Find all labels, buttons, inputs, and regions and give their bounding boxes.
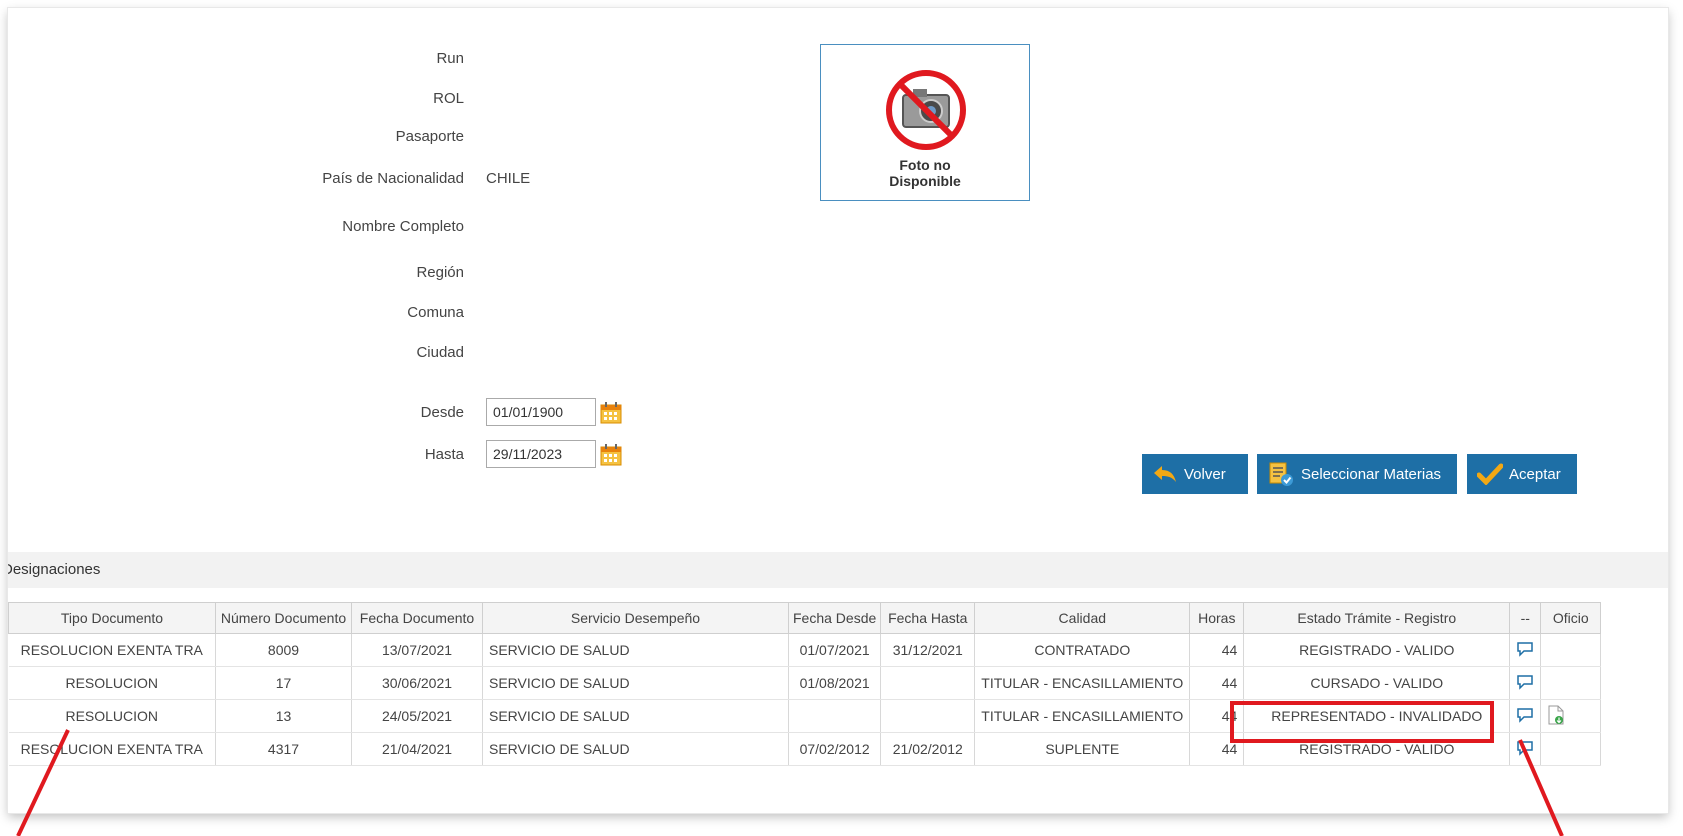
section-title: Designaciones	[8, 561, 101, 578]
col-header[interactable]: Número Documento	[215, 602, 352, 634]
table-row[interactable]: RESOLUCION EXENTA TRA 8009 13/07/2021 SE…	[8, 633, 1602, 667]
cell-servicio: SERVICIO DE SALUD	[482, 732, 789, 766]
cell-desde: 07/02/2012	[788, 732, 882, 766]
cell-desde: 01/08/2021	[788, 666, 882, 700]
back-arrow-icon	[1154, 466, 1176, 482]
volver-label: Volver	[1184, 465, 1226, 483]
col-header[interactable]: Servicio Desempeño	[482, 602, 789, 634]
desde-date-input[interactable]	[486, 398, 596, 426]
value-pais: CHILE	[486, 170, 531, 187]
check-icon	[1477, 463, 1503, 485]
label-rol: ROL	[433, 90, 464, 107]
cell-fecha-doc: 21/04/2021	[351, 732, 483, 766]
cell-comment[interactable]	[1509, 633, 1542, 667]
designaciones-section-header: Designaciones	[8, 552, 1668, 588]
col-header[interactable]: Tipo Documento	[8, 602, 216, 634]
cell-hasta	[880, 699, 976, 733]
label-pais: País de Nacionalidad	[322, 170, 464, 187]
comment-icon[interactable]	[1516, 740, 1534, 756]
cell-tipo[interactable]: RESOLUCION	[8, 666, 216, 700]
label-pasaporte: Pasaporte	[395, 128, 464, 145]
document-download-icon[interactable]	[1547, 705, 1565, 725]
cell-horas: 44	[1189, 633, 1245, 667]
cell-fecha-doc: 30/06/2021	[351, 666, 483, 700]
col-header[interactable]: Fecha Desde	[787, 602, 882, 634]
cell-fecha-doc: 13/07/2021	[351, 633, 483, 667]
calendar-icon[interactable]	[600, 402, 622, 424]
photo-text-line2: Disponible	[889, 173, 961, 189]
table-header-row: Tipo Documento Número Documento Fecha Do…	[8, 602, 1602, 634]
cell-calidad: SUPLENTE	[974, 732, 1191, 766]
cell-estado: CURSADO - VALIDO	[1243, 666, 1511, 700]
cell-calidad: TITULAR - ENCASILLAMIENTO	[974, 699, 1191, 733]
label-region: Región	[416, 264, 464, 281]
col-header[interactable]: Estado Trámite - Registro	[1243, 602, 1511, 634]
aceptar-button[interactable]: Aceptar	[1467, 454, 1577, 494]
cell-oficio	[1540, 633, 1602, 667]
cell-comment[interactable]	[1509, 732, 1542, 766]
photo-placeholder: Foto no Disponible	[820, 44, 1030, 201]
cell-servicio: SERVICIO DE SALUD	[482, 633, 789, 667]
label-nombre: Nombre Completo	[342, 218, 464, 235]
table-row[interactable]: RESOLUCION 17 30/06/2021 SERVICIO DE SAL…	[8, 666, 1602, 700]
calendar-icon[interactable]	[600, 444, 622, 466]
seleccionar-materias-button[interactable]: Seleccionar Materias	[1257, 454, 1457, 494]
cell-servicio: SERVICIO DE SALUD	[482, 699, 789, 733]
cell-desde	[788, 699, 882, 733]
label-desde: Desde	[420, 404, 464, 421]
label-run: Run	[436, 50, 464, 67]
cell-servicio: SERVICIO DE SALUD	[482, 666, 789, 700]
cell-hasta	[880, 666, 976, 700]
col-header[interactable]: Fecha Hasta	[880, 602, 976, 634]
col-header[interactable]: Horas	[1189, 602, 1245, 634]
cell-oficio	[1540, 732, 1602, 766]
no-camera-icon	[886, 70, 966, 150]
cell-comment[interactable]	[1509, 699, 1542, 733]
cell-oficio	[1540, 666, 1602, 700]
cell-tipo[interactable]: RESOLUCION	[8, 699, 216, 733]
cell-numero[interactable]: 8009	[215, 633, 352, 667]
seleccionar-materias-label: Seleccionar Materias	[1301, 465, 1442, 483]
label-ciudad: Ciudad	[416, 344, 464, 361]
cell-numero[interactable]: 13	[215, 699, 352, 733]
designaciones-panel: Run ROL Pasaporte País de Nacionalidad C…	[8, 8, 1668, 813]
volver-button[interactable]: Volver	[1142, 454, 1248, 494]
comment-icon[interactable]	[1516, 674, 1534, 690]
col-header[interactable]: Fecha Documento	[351, 602, 483, 634]
cell-tipo[interactable]: RESOLUCION EXENTA TRA	[8, 732, 216, 766]
document-check-icon	[1269, 462, 1293, 486]
cell-oficio[interactable]	[1540, 699, 1602, 733]
col-header[interactable]: --	[1509, 602, 1542, 634]
cell-desde: 01/07/2021	[788, 633, 882, 667]
cell-horas: 44	[1189, 666, 1245, 700]
aceptar-label: Aceptar	[1509, 465, 1561, 483]
cell-comment[interactable]	[1509, 666, 1542, 700]
comment-icon[interactable]	[1516, 707, 1534, 723]
cell-calidad: TITULAR - ENCASILLAMIENTO	[974, 666, 1191, 700]
cell-hasta: 31/12/2021	[880, 633, 976, 667]
cell-hasta: 21/02/2012	[880, 732, 976, 766]
cell-calidad: CONTRATADO	[974, 633, 1191, 667]
label-hasta: Hasta	[424, 446, 464, 463]
cell-fecha-doc: 24/05/2021	[351, 699, 483, 733]
cell-estado: REGISTRADO - VALIDO	[1243, 633, 1511, 667]
col-header[interactable]: Oficio	[1540, 602, 1602, 634]
photo-text-line1: Foto no	[899, 157, 951, 173]
cell-tipo[interactable]: RESOLUCION EXENTA TRA	[8, 633, 216, 667]
cell-numero[interactable]: 17	[215, 666, 352, 700]
status-highlight-box	[1230, 701, 1494, 743]
cell-numero[interactable]: 4317	[215, 732, 352, 766]
comment-icon[interactable]	[1516, 641, 1534, 657]
label-comuna: Comuna	[407, 304, 464, 321]
hasta-date-input[interactable]	[486, 440, 596, 468]
col-header[interactable]: Calidad	[974, 602, 1191, 634]
